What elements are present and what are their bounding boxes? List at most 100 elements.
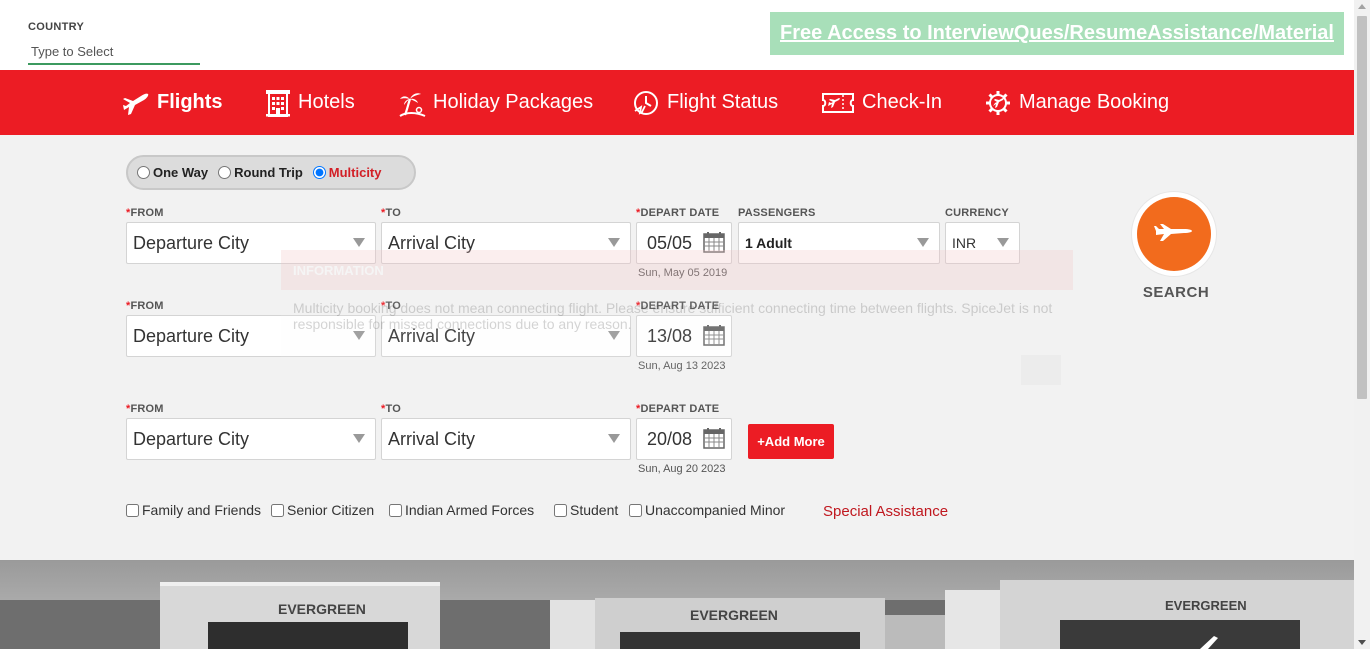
unaccompanied-minor-option[interactable]: Unaccompanied Minor xyxy=(629,502,785,518)
round-trip-option[interactable]: Round Trip xyxy=(218,165,303,180)
scroll-down-arrow-icon[interactable] xyxy=(1358,640,1366,645)
passengers-select[interactable]: 1 Adult xyxy=(738,222,940,264)
dropdown-arrow-icon xyxy=(353,331,365,340)
gear-airplane-icon xyxy=(986,90,1010,115)
search-circle[interactable] xyxy=(1137,197,1211,271)
unaccompanied-minor-checkbox[interactable] xyxy=(629,503,642,517)
student-option[interactable]: Student xyxy=(554,502,618,518)
scroll-up-arrow-icon[interactable] xyxy=(1358,4,1366,9)
family-friends-checkbox[interactable] xyxy=(126,503,139,517)
multicity-radio[interactable] xyxy=(312,166,326,179)
airplane-icon xyxy=(123,93,149,115)
from-city-select[interactable]: Departure City xyxy=(126,222,376,264)
depart-date-input[interactable]: 20/08 xyxy=(636,418,732,460)
nav-holiday-label: Holiday Packages xyxy=(433,91,594,113)
depart-date-long: Sun, Aug 13 2023 xyxy=(638,360,726,372)
top-bar: COUNTRY Free Access to InterviewQues/Res… xyxy=(0,0,1354,70)
search-label: SEARCH xyxy=(1142,284,1210,301)
currency-value: INR xyxy=(952,235,977,251)
one-way-radio[interactable] xyxy=(137,166,150,179)
depart-date-value: 20/08 xyxy=(647,428,693,449)
to-label: *TO xyxy=(381,207,401,219)
to-city-value: Arrival City xyxy=(388,325,476,346)
round-trip-radio[interactable] xyxy=(218,166,232,179)
nav-flights[interactable]: Flights xyxy=(122,70,223,135)
from-city-value: Departure City xyxy=(133,325,250,346)
page-scrollbar[interactable] xyxy=(1354,0,1370,649)
student-label: Student xyxy=(570,502,619,518)
hotel-building-icon xyxy=(266,89,290,117)
information-ok-button xyxy=(1021,355,1061,385)
calendar-icon xyxy=(703,428,725,449)
passengers-value: 1 Adult xyxy=(745,235,792,251)
currency-label: CURRENCY xyxy=(945,207,1009,219)
from-city-select[interactable]: Departure City xyxy=(126,315,376,357)
flight-status-clock-icon xyxy=(634,90,658,115)
depart-date-input[interactable]: 13/08 xyxy=(636,315,732,357)
dropdown-arrow-icon xyxy=(997,238,1009,247)
nav-flight-status[interactable]: Flight Status xyxy=(632,70,778,135)
search-button[interactable] xyxy=(1132,192,1216,276)
dropdown-arrow-icon xyxy=(917,238,929,247)
country-label: COUNTRY xyxy=(28,21,85,33)
to-city-value: Arrival City xyxy=(388,428,476,449)
nav-manage-booking[interactable]: Manage Booking xyxy=(984,70,1169,135)
airplane-icon xyxy=(1154,224,1192,241)
to-label: *TO xyxy=(381,403,401,415)
one-way-label: One Way xyxy=(153,165,209,180)
senior-citizen-checkbox[interactable] xyxy=(271,503,284,517)
family-friends-option[interactable]: Family and Friends xyxy=(126,502,261,518)
currency-select[interactable]: INR xyxy=(945,222,1020,264)
one-way-option[interactable]: One Way xyxy=(137,165,208,180)
trip-type-selector: One Way Round Trip Multicity xyxy=(126,155,416,190)
senior-citizen-option[interactable]: Senior Citizen xyxy=(271,502,374,518)
depart-date-label: *DEPART DATE xyxy=(636,300,720,312)
passengers-label: PASSENGERS xyxy=(738,207,816,219)
scroll-thumb[interactable] xyxy=(1357,16,1367,399)
nav-holiday-packages[interactable]: Holiday Packages xyxy=(398,70,593,135)
depart-date-label: *DEPART DATE xyxy=(636,207,720,219)
depart-date-value: 05/05 xyxy=(647,232,693,253)
hangar-photo: EVERGREEN EVERGREEN EVERGREEN xyxy=(0,560,1354,649)
add-more-button[interactable]: +Add More xyxy=(748,424,834,459)
hangar-sign-right: EVERGREEN xyxy=(1165,598,1247,613)
hangar-sign-middle: EVERGREEN xyxy=(690,607,778,623)
nav-hotels[interactable]: Hotels xyxy=(265,70,355,135)
nav-check-in-label: Check-In xyxy=(862,91,943,113)
dropdown-arrow-icon xyxy=(353,434,365,443)
from-city-value: Departure City xyxy=(133,232,250,253)
nav-flight-status-label: Flight Status xyxy=(667,91,779,113)
dropdown-arrow-icon xyxy=(608,238,620,247)
from-city-select[interactable]: Departure City xyxy=(126,418,376,460)
nav-flights-label: Flights xyxy=(157,91,223,113)
to-city-select[interactable]: Arrival City xyxy=(381,315,631,357)
dropdown-arrow-icon xyxy=(608,434,620,443)
country-input[interactable] xyxy=(28,40,200,65)
nav-hotels-label: Hotels xyxy=(298,91,355,113)
depart-date-long: Sun, May 05 2019 xyxy=(638,267,728,279)
nav-manage-booking-label: Manage Booking xyxy=(1019,91,1170,113)
to-city-select[interactable]: Arrival City xyxy=(381,222,631,264)
from-label: *FROM xyxy=(126,207,164,219)
depart-date-value: 13/08 xyxy=(647,325,693,346)
multicity-option[interactable]: Multicity xyxy=(312,165,382,180)
senior-citizen-label: Senior Citizen xyxy=(287,502,375,518)
to-city-value: Arrival City xyxy=(388,232,476,253)
from-label: *FROM xyxy=(126,403,164,415)
round-trip-label: Round Trip xyxy=(234,165,303,180)
nav-check-in[interactable]: Check-In xyxy=(821,70,942,135)
armed-forces-option[interactable]: Indian Armed Forces xyxy=(389,502,534,518)
armed-forces-checkbox[interactable] xyxy=(389,503,402,517)
depart-date-input[interactable]: 05/05 xyxy=(636,222,732,264)
main-nav: Flights Hotels Holiday Packages Flight S… xyxy=(0,70,1354,135)
student-checkbox[interactable] xyxy=(554,503,567,517)
depart-date-long: Sun, Aug 20 2023 xyxy=(638,463,726,475)
special-assistance-link[interactable]: Special Assistance xyxy=(823,503,948,520)
hangar-sign-left: EVERGREEN xyxy=(278,601,366,617)
depart-date-label: *DEPART DATE xyxy=(636,403,720,415)
dropdown-arrow-icon xyxy=(608,331,620,340)
to-city-select[interactable]: Arrival City xyxy=(381,418,631,460)
free-access-link[interactable]: Free Access to InterviewQues/ResumeAssis… xyxy=(770,12,1344,55)
boarding-pass-icon xyxy=(822,92,854,113)
from-label: *FROM xyxy=(126,300,164,312)
